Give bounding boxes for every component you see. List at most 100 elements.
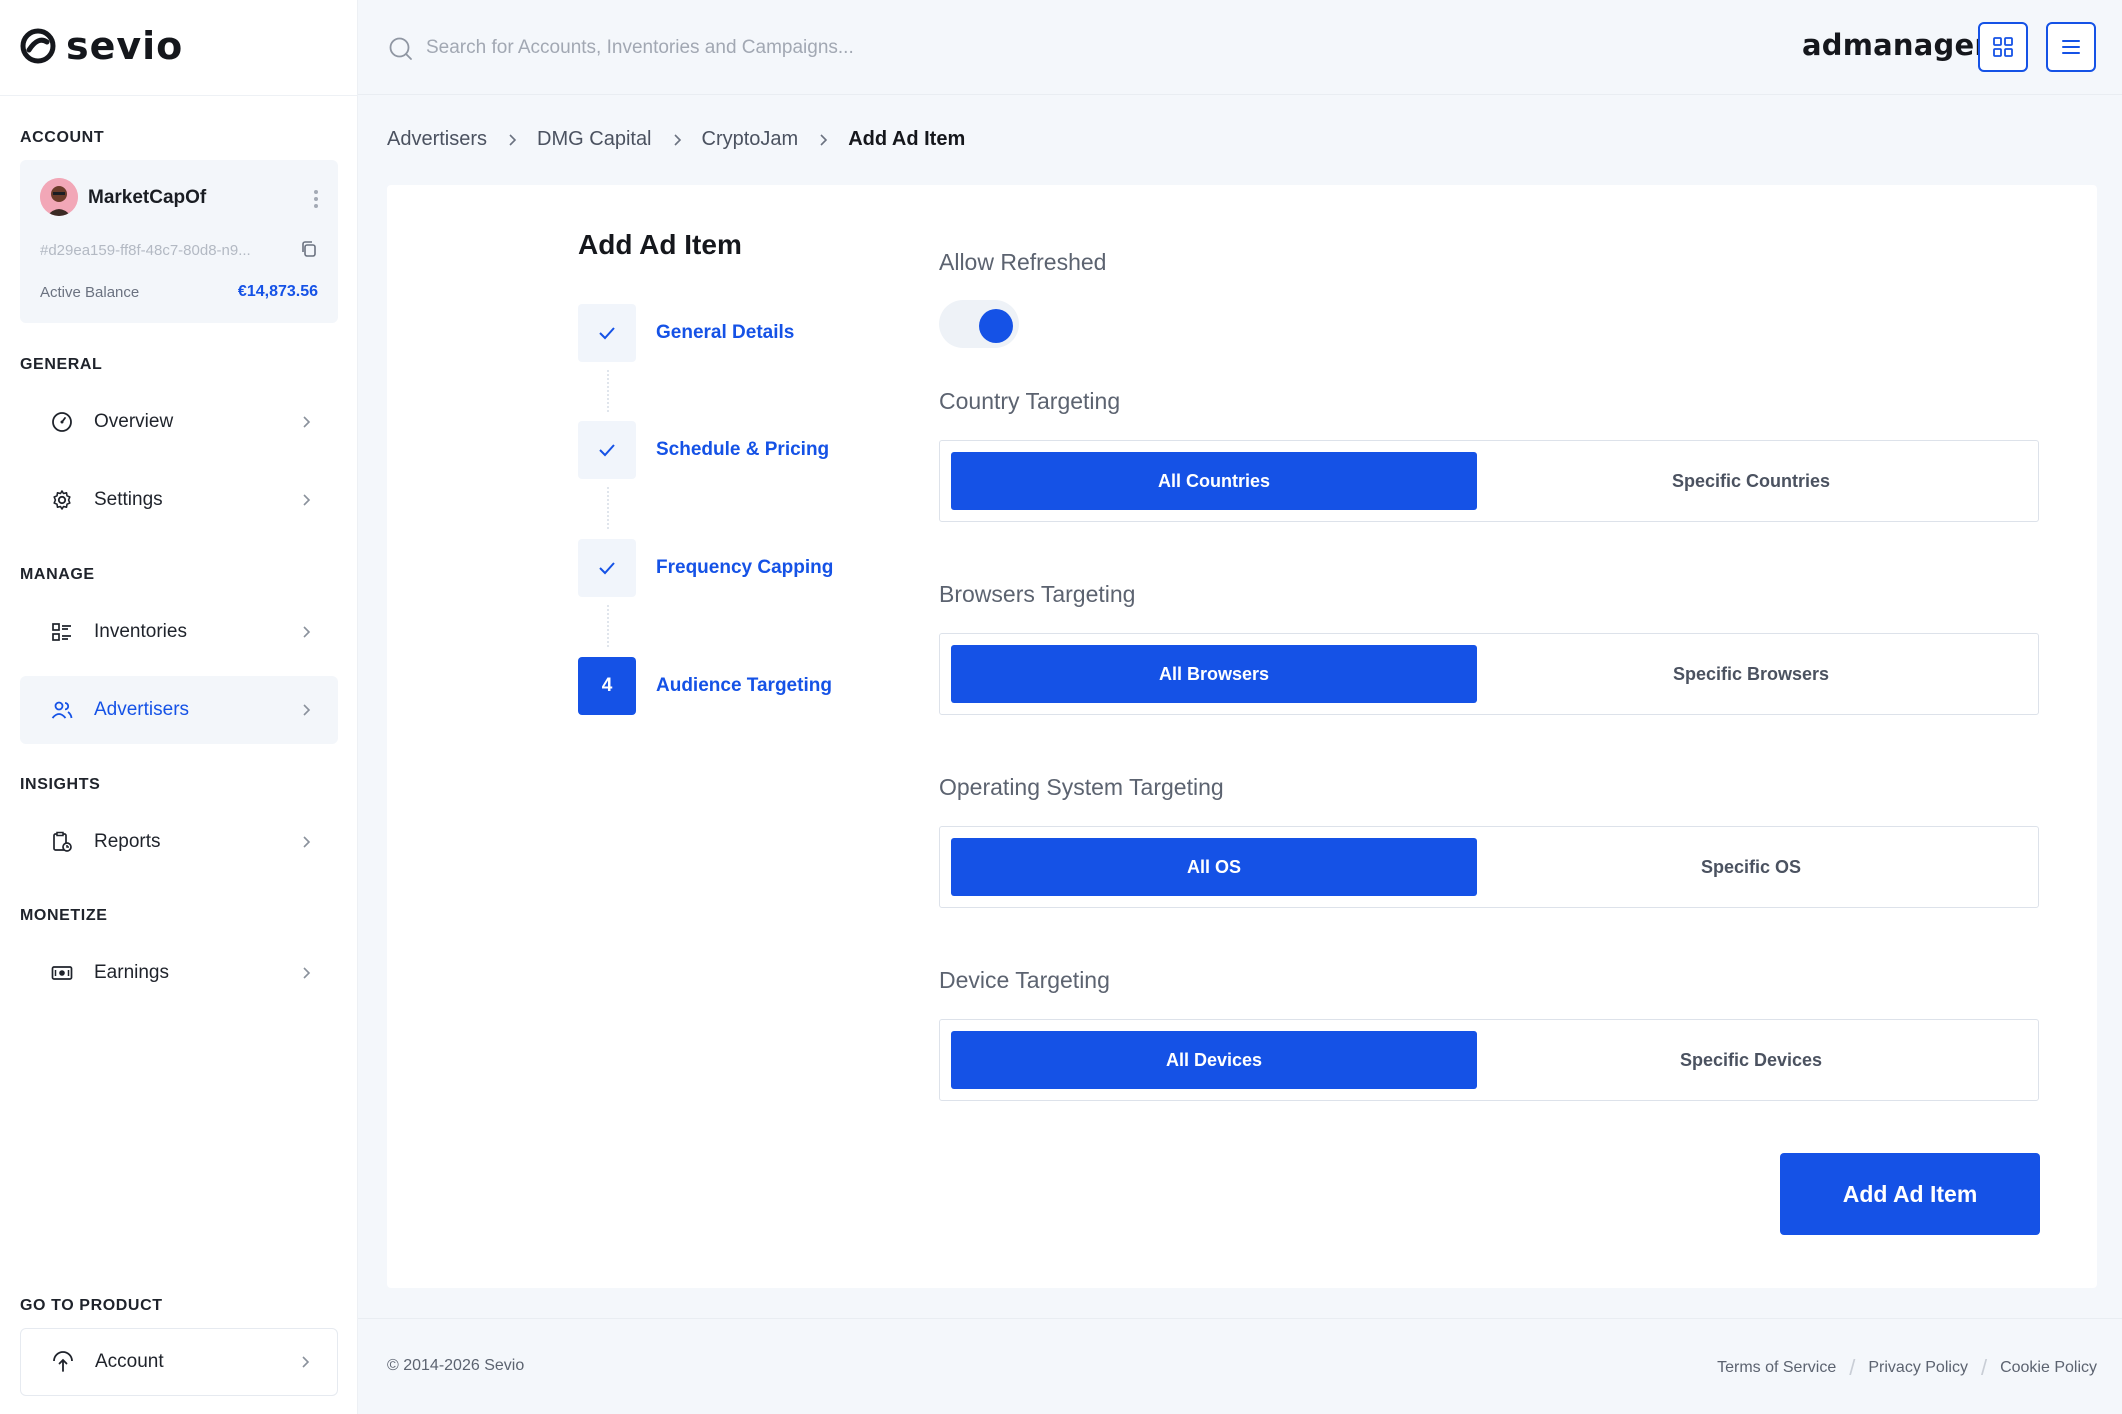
footer-divider bbox=[358, 1318, 2122, 1319]
breadcrumb-dmg-capital[interactable]: DMG Capital bbox=[537, 128, 651, 151]
money-icon bbox=[51, 966, 73, 980]
os-targeting-selector: All OS Specific OS bbox=[939, 826, 2039, 908]
add-ad-item-button[interactable]: Add Ad Item bbox=[1780, 1153, 2040, 1235]
copy-icon[interactable] bbox=[300, 240, 318, 258]
sidebar-item-label: Advertisers bbox=[94, 699, 190, 720]
device-targeting-label: Device Targeting bbox=[939, 967, 1110, 993]
sidebar-divider bbox=[0, 95, 358, 96]
browsers-targeting-label: Browsers Targeting bbox=[939, 581, 1136, 607]
chevron-right-icon bbox=[303, 416, 311, 428]
sidebar-item-earnings[interactable]: Earnings bbox=[20, 939, 338, 1007]
step-label: Frequency Capping bbox=[656, 557, 834, 578]
breadcrumb-cryptojam[interactable]: CryptoJam bbox=[702, 128, 799, 151]
all-devices-option[interactable]: All Devices bbox=[951, 1031, 1477, 1089]
section-label-insights: INSIGHTS bbox=[20, 776, 101, 793]
sevio-logo-icon bbox=[20, 28, 56, 64]
check-icon bbox=[599, 562, 615, 575]
country-targeting-label: Country Targeting bbox=[939, 388, 1121, 414]
chevron-right-icon bbox=[303, 836, 311, 848]
privacy-policy-link[interactable]: Privacy Policy bbox=[1868, 1359, 1968, 1377]
step-label: Schedule & Pricing bbox=[656, 439, 830, 460]
sidebar-item-advertisers[interactable]: Advertisers bbox=[20, 676, 338, 744]
avatar[interactable] bbox=[40, 178, 78, 216]
chevron-right-icon bbox=[303, 626, 311, 638]
device-targeting-selector: All Devices Specific Devices bbox=[939, 1019, 2039, 1101]
copyright: © 2014-2026 Sevio bbox=[387, 1357, 525, 1374]
sidebar-item-label: Settings bbox=[94, 489, 163, 510]
all-browsers-option[interactable]: All Browsers bbox=[951, 645, 1477, 703]
terms-of-service-link[interactable]: Terms of Service bbox=[1717, 1359, 1836, 1377]
section-label-account: ACCOUNT bbox=[20, 129, 105, 146]
upload-icon bbox=[53, 1351, 73, 1372]
step-audience-targeting[interactable]: 4 Audience Targeting bbox=[578, 657, 898, 715]
breadcrumb: Advertisers DMG Capital CryptoJam Add Ad… bbox=[387, 128, 965, 151]
step-status bbox=[578, 421, 636, 479]
sidebar-item-inventories[interactable]: Inventories bbox=[20, 598, 338, 666]
step-number: 4 bbox=[578, 657, 636, 715]
step-connector bbox=[607, 487, 609, 529]
step-label: General Details bbox=[656, 322, 795, 343]
breadcrumb-current: Add Ad Item bbox=[848, 128, 966, 150]
menu-button[interactable] bbox=[2046, 22, 2096, 72]
topbar: admanager bbox=[358, 0, 2122, 95]
add-ad-item-card: Add Ad Item General Details Schedule & P… bbox=[387, 185, 2097, 1288]
hamburger-icon bbox=[2062, 40, 2080, 54]
country-targeting-selector: All Countries Specific Countries bbox=[939, 440, 2039, 522]
section-label-monetize: MONETIZE bbox=[20, 907, 108, 924]
account-card: MarketCapOf #d29ea159-ff8f-48c7-80d8-n9.… bbox=[20, 160, 338, 323]
report-icon bbox=[53, 831, 72, 852]
check-icon bbox=[599, 444, 615, 457]
os-targeting-label: Operating System Targeting bbox=[939, 774, 1224, 800]
chevron-right-icon bbox=[303, 967, 311, 979]
cookie-policy-link[interactable]: Cookie Policy bbox=[2000, 1359, 2097, 1377]
search-input[interactable] bbox=[426, 30, 1126, 66]
step-status bbox=[578, 304, 636, 362]
sidebar-item-label: Overview bbox=[94, 411, 174, 432]
sidebar-item-overview[interactable]: Overview bbox=[20, 388, 338, 456]
sidebar-item-label: Earnings bbox=[94, 962, 169, 983]
sidebar-item-reports[interactable]: Reports bbox=[20, 808, 338, 876]
chevron-right-icon bbox=[303, 704, 311, 716]
section-label-manage: MANAGE bbox=[20, 566, 95, 583]
more-options-icon[interactable] bbox=[314, 190, 318, 208]
check-icon bbox=[599, 327, 615, 340]
grid-icon bbox=[1993, 37, 2013, 57]
step-status bbox=[578, 539, 636, 597]
logo-text: sevio bbox=[66, 24, 184, 68]
account-name: MarketCapOf bbox=[88, 187, 207, 208]
specific-browsers-option[interactable]: Specific Browsers bbox=[1488, 645, 2014, 703]
gear-icon bbox=[53, 490, 71, 510]
all-os-option[interactable]: All OS bbox=[951, 838, 1477, 896]
chevron-right-icon bbox=[303, 494, 311, 506]
step-frequency-capping[interactable]: Frequency Capping bbox=[578, 539, 898, 597]
sidebar-item-label: Account bbox=[95, 1351, 164, 1372]
specific-os-option[interactable]: Specific OS bbox=[1488, 838, 2014, 896]
balance-value: €14,873.56 bbox=[237, 283, 318, 300]
step-schedule-pricing[interactable]: Schedule & Pricing bbox=[578, 421, 898, 479]
logo[interactable]: sevio bbox=[20, 24, 184, 68]
chevron-right-icon bbox=[302, 1356, 310, 1368]
all-countries-option[interactable]: All Countries bbox=[951, 452, 1477, 510]
chevron-right-icon bbox=[820, 133, 828, 146]
section-label-general: GENERAL bbox=[20, 356, 103, 373]
sidebar-item-settings[interactable]: Settings bbox=[20, 466, 338, 534]
list-icon bbox=[52, 623, 71, 641]
sidebar-item-label: Reports bbox=[94, 831, 161, 852]
toggle-knob bbox=[979, 309, 1013, 343]
apps-grid-button[interactable] bbox=[1978, 22, 2028, 72]
allow-refreshed-label: Allow Refreshed bbox=[939, 249, 1107, 275]
users-icon bbox=[51, 701, 73, 719]
allow-refreshed-toggle[interactable] bbox=[939, 300, 1019, 348]
specific-countries-option[interactable]: Specific Countries bbox=[1488, 452, 2014, 510]
chevron-right-icon bbox=[673, 133, 681, 146]
search-icon bbox=[389, 37, 412, 60]
browsers-targeting-selector: All Browsers Specific Browsers bbox=[939, 633, 2039, 715]
page-title: Add Ad Item bbox=[578, 229, 742, 260]
specific-devices-option[interactable]: Specific Devices bbox=[1488, 1031, 2014, 1089]
sidebar-item-account[interactable]: Account bbox=[20, 1328, 338, 1396]
step-general-details[interactable]: General Details bbox=[578, 304, 898, 362]
step-connector bbox=[607, 370, 609, 412]
footer-separator: / bbox=[1849, 1355, 1856, 1380]
footer-separator: / bbox=[1980, 1355, 1988, 1380]
breadcrumb-advertisers[interactable]: Advertisers bbox=[387, 128, 487, 151]
